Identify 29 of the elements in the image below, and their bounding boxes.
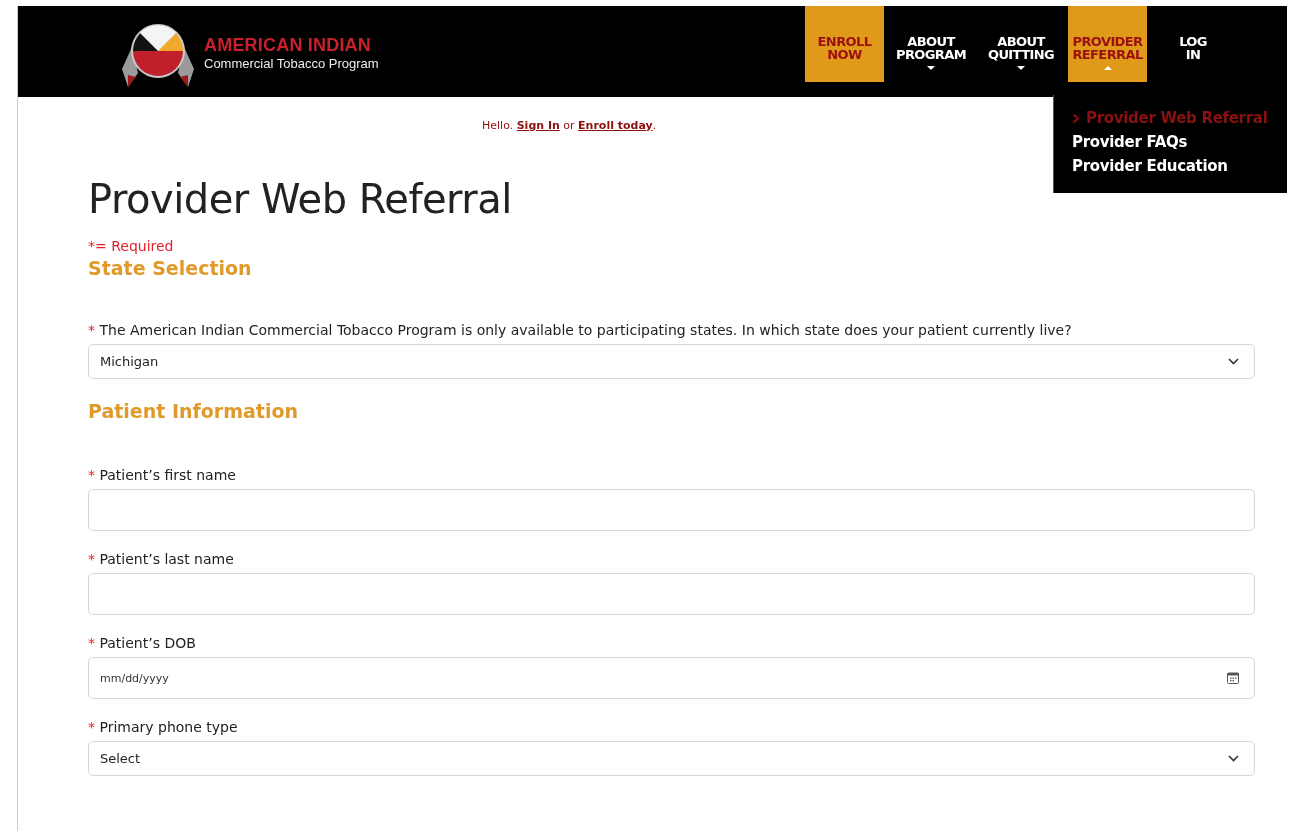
select-field[interactable]: Select [88, 741, 1255, 776]
calendar-icon [1227, 672, 1239, 684]
chevron-down-icon [1228, 358, 1239, 365]
text-input[interactable] [88, 573, 1255, 615]
section-heading: State Selection [88, 256, 253, 280]
nav-link[interactable]: PROVIDER REFERRAL [1068, 6, 1147, 82]
chevron-down-icon [1228, 755, 1239, 762]
field-label: * Patient’s first name [88, 467, 237, 483]
date-field[interactable]: mm/dd/yyyy [88, 657, 1255, 699]
nav-link[interactable]: ABOUT PROGRAM [888, 6, 974, 82]
chevron-icon [1072, 112, 1080, 124]
field-label: * Patient’s DOB [88, 635, 197, 651]
field-label: * Patient’s last name [88, 551, 235, 567]
field-label: * The American Indian Commercial Tobacco Program is only available to participating states. In which state does your patient currently live? [88, 322, 1073, 338]
sign-in-link[interactable]: Sign In [516, 119, 560, 132]
nav-link[interactable]: ENROLL NOW [805, 6, 884, 82]
menu-item[interactable]: Provider FAQs [1072, 133, 1287, 151]
select-field[interactable]: Michigan [88, 344, 1255, 379]
logo-title[interactable]: AMERICAN INDIAN [204, 34, 379, 56]
menu-item[interactable]: Provider Education [1072, 157, 1287, 175]
text-input[interactable] [88, 489, 1255, 531]
field-label: * Primary phone type [88, 719, 239, 735]
required-note: *= Required [88, 238, 175, 254]
enroll-link[interactable]: Enroll today [578, 119, 653, 132]
section-heading: Patient Information [88, 399, 300, 423]
nav-link[interactable]: ABOUT QUITTING [978, 6, 1064, 82]
logo-subtitle[interactable]: Commercial Tobacco Program [204, 56, 379, 72]
nav-link[interactable]: LOG IN [1173, 6, 1213, 82]
page-title: Provider Web Referral [88, 175, 513, 224]
